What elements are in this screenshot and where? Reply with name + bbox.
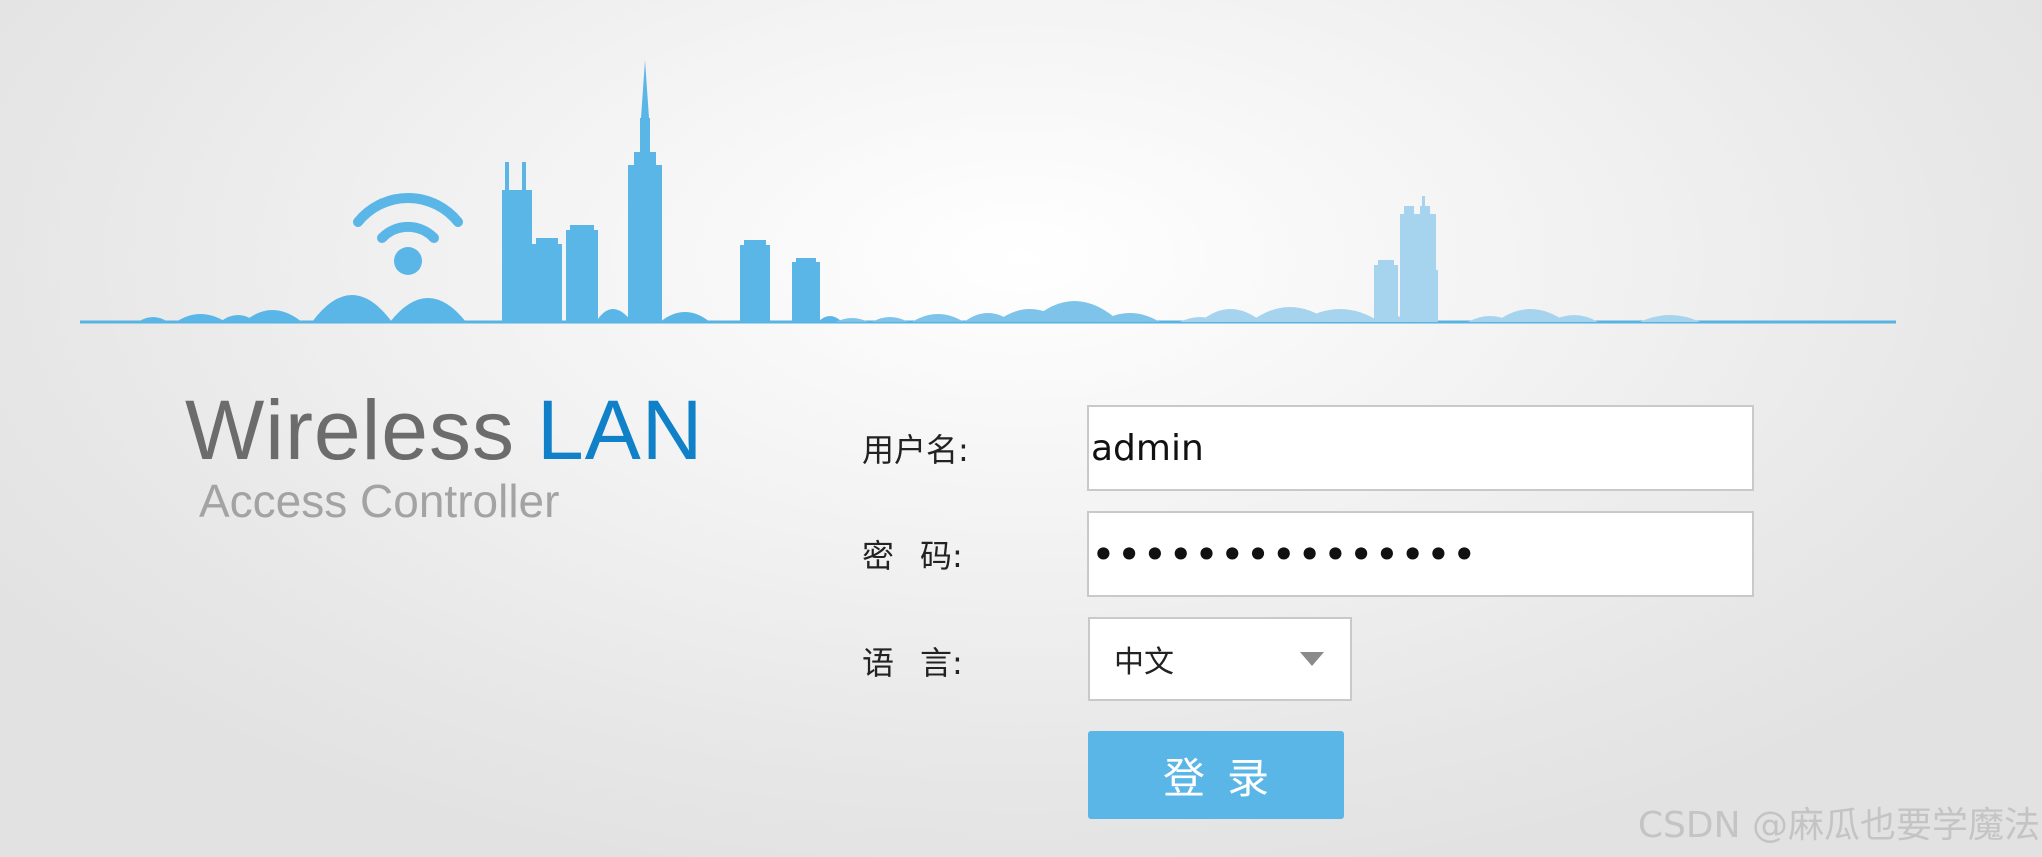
language-select-value: 中文 [1114,645,1174,680]
left-buildings [502,60,842,322]
brand-logo: Wireless LAN Access Controller [185,380,703,528]
middle-hills [836,301,1160,322]
right-hills [1180,196,1700,322]
password-input[interactable]: ••••••••••••••• [1087,511,1754,597]
language-select[interactable]: 中文 [1088,617,1352,701]
language-label: 语言: [862,638,963,684]
brand-title-lan: LAN [537,383,704,477]
username-label: 用户名: [862,431,969,469]
login-button[interactable]: 登录 [1088,731,1344,819]
wifi-icon [353,192,463,275]
username-input[interactable]: admin [1087,405,1754,491]
watermark: CSDN @麻瓜也要学魔法 [1637,805,2040,846]
city-skyline-banner [80,60,1896,324]
password-label-char2: 码: [920,537,963,575]
brand-title-wireless: Wireless [185,383,516,477]
brand-subtitle: Access Controller [199,475,560,527]
password-label-char1: 密 [862,537,921,575]
language-label-char1: 语 [862,644,921,682]
password-label: 密码: [862,531,963,577]
brand-title: Wireless LAN [185,380,703,480]
chevron-down-icon [1300,652,1324,666]
language-label-char2: 言: [920,644,963,682]
